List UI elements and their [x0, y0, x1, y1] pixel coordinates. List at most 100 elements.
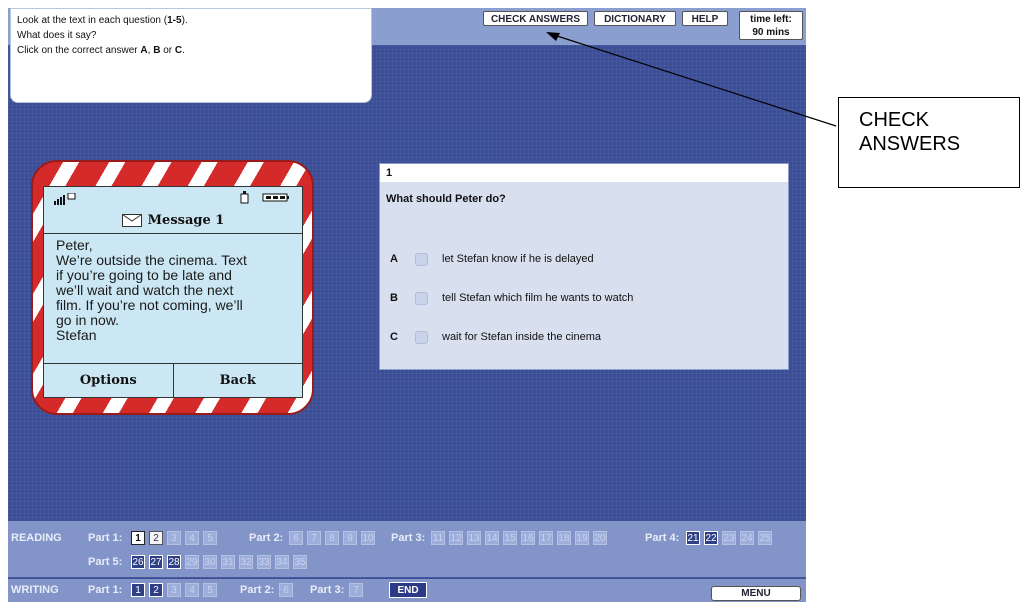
answer-option-b[interactable]: B tell Stefan which film he wants to wat… [380, 290, 788, 308]
question-nav-box[interactable]: 11 [431, 531, 445, 545]
answer-option-a[interactable]: A let Stefan know if he is delayed [380, 251, 788, 269]
question-nav-box[interactable]: 1 [131, 583, 145, 597]
question-nav-box[interactable]: 34 [275, 555, 289, 569]
question-nav-box[interactable]: 25 [758, 531, 772, 545]
question-nav-box[interactable]: 9 [343, 531, 357, 545]
option-letter: B [390, 292, 398, 304]
check-answers-button[interactable]: CHECK ANSWERS [483, 11, 588, 26]
question-nav-box[interactable]: 18 [557, 531, 571, 545]
question-nav-box[interactable]: 23 [722, 531, 736, 545]
message-line: Peter, [56, 237, 93, 253]
question-nav-box[interactable]: 10 [361, 531, 375, 545]
question-nav-box[interactable]: 27 [149, 555, 163, 569]
question-nav-box[interactable]: 22 [704, 531, 718, 545]
question-nav-box[interactable]: 13 [467, 531, 481, 545]
message-line: we’ll wait and watch the next [56, 282, 234, 298]
question-nav-box[interactable]: 33 [257, 555, 271, 569]
question-nav-box[interactable]: 5 [203, 531, 217, 545]
message-title: Message 1 [147, 213, 225, 228]
reading-part4-label: Part 4: [645, 532, 680, 544]
question-nav-box[interactable]: 30 [203, 555, 217, 569]
instructions-panel: Look at the text in each question (1-5).… [10, 8, 372, 103]
reading-navigation: READING Part 1: Part 2: Part 3: Part 4: … [8, 521, 806, 577]
question-nav-box[interactable]: 28 [167, 555, 181, 569]
question-nav-box[interactable]: 4 [185, 583, 199, 597]
question-nav-box[interactable]: 24 [740, 531, 754, 545]
question-nav-box[interactable]: 14 [485, 531, 499, 545]
signal-icon [54, 193, 76, 205]
message-line: Stefan [56, 327, 97, 343]
question-nav-box[interactable]: 1 [131, 531, 145, 545]
instruction-line-1: Look at the text in each question (1-5). [17, 15, 188, 26]
help-button[interactable]: HELP [682, 11, 728, 26]
option-text: wait for Stefan inside the cinema [442, 331, 601, 343]
battery-icon [262, 193, 289, 202]
question-nav-box[interactable]: 29 [185, 555, 199, 569]
question-text: What should Peter do? [386, 193, 506, 205]
writing-part2-label: Part 2: [240, 584, 275, 596]
instruction-line-2: What does it say? [17, 30, 97, 41]
reading-label: READING [11, 532, 62, 544]
question-nav-box[interactable]: 31 [221, 555, 235, 569]
writing-part3-label: Part 3: [310, 584, 345, 596]
question-nav-box[interactable]: 21 [686, 531, 700, 545]
reading-part3-label: Part 3: [391, 532, 426, 544]
question-nav-box[interactable]: 8 [325, 531, 339, 545]
question-nav-box[interactable]: 15 [503, 531, 517, 545]
phone-small-icon [240, 191, 249, 204]
message-header: Message 1 [44, 209, 302, 234]
question-number: 1 [380, 164, 788, 182]
question-nav-box[interactable]: 35 [293, 555, 307, 569]
phone-status-bar [44, 187, 302, 209]
question-nav-box[interactable]: 12 [449, 531, 463, 545]
options-softkey: Options [79, 373, 137, 388]
question-nav-box[interactable]: 19 [575, 531, 589, 545]
callout-line-2: ANSWERS [859, 133, 961, 155]
option-text: let Stefan know if he is delayed [442, 253, 594, 265]
message-line: We’re outside the cinema. Text [56, 252, 247, 268]
answer-option-c[interactable]: C wait for Stefan inside the cinema [380, 329, 788, 347]
question-nav-box[interactable]: 17 [539, 531, 553, 545]
question-nav-box[interactable]: 2 [149, 531, 163, 545]
question-nav-box[interactable]: 4 [185, 531, 199, 545]
radio-button[interactable] [415, 292, 428, 305]
message-line: film. If you’re not coming, we’ll [56, 297, 243, 313]
question-nav-box[interactable]: 6 [279, 583, 293, 597]
question-nav-box[interactable]: 7 [349, 583, 363, 597]
radio-button[interactable] [415, 253, 428, 266]
reading-part1-label: Part 1: [88, 532, 123, 544]
message-line: if you’re going to be late and [56, 267, 232, 283]
question-nav-box[interactable]: 3 [167, 583, 181, 597]
check-answers-callout: CHECK ANSWERS [838, 97, 1020, 188]
phone-screen: Message 1 Peter, We’re outside the cinem… [43, 186, 303, 398]
dictionary-button[interactable]: DICTIONARY [594, 11, 676, 26]
question-nav-box[interactable]: 26 [131, 555, 145, 569]
phone-illustration: Message 1 Peter, We’re outside the cinem… [31, 160, 314, 415]
message-body: Peter, We’re outside the cinema. Text if… [44, 234, 302, 356]
question-nav-box[interactable]: 2 [149, 583, 163, 597]
option-text: tell Stefan which film he wants to watch [442, 292, 634, 304]
question-nav-box[interactable]: 16 [521, 531, 535, 545]
instruction-line-3: Click on the correct answer A, B or C. [17, 45, 185, 56]
question-nav-box[interactable]: 6 [289, 531, 303, 545]
envelope-icon [121, 214, 142, 227]
time-left-label: time left: [750, 14, 792, 25]
end-button[interactable]: END [389, 582, 427, 598]
reading-part2-label: Part 2: [249, 532, 284, 544]
question-nav-box[interactable]: 7 [307, 531, 321, 545]
option-letter: A [390, 253, 398, 265]
menu-button[interactable]: MENU [711, 586, 801, 601]
writing-navigation: WRITING Part 1: Part 2: Part 3: END MENU… [8, 579, 806, 602]
question-nav-box[interactable]: 3 [167, 531, 181, 545]
question-nav-box[interactable]: 20 [593, 531, 607, 545]
writing-part1-label: Part 1: [88, 584, 123, 596]
question-nav-box[interactable]: 5 [203, 583, 217, 597]
callout-arrow [546, 32, 837, 127]
back-softkey: Back [172, 364, 303, 397]
radio-button[interactable] [415, 331, 428, 344]
option-letter: C [390, 331, 398, 343]
question-nav-box[interactable]: 32 [239, 555, 253, 569]
writing-label: WRITING [11, 584, 59, 596]
reading-part5-label: Part 5: [88, 556, 123, 568]
message-line: go in now. [56, 312, 120, 328]
